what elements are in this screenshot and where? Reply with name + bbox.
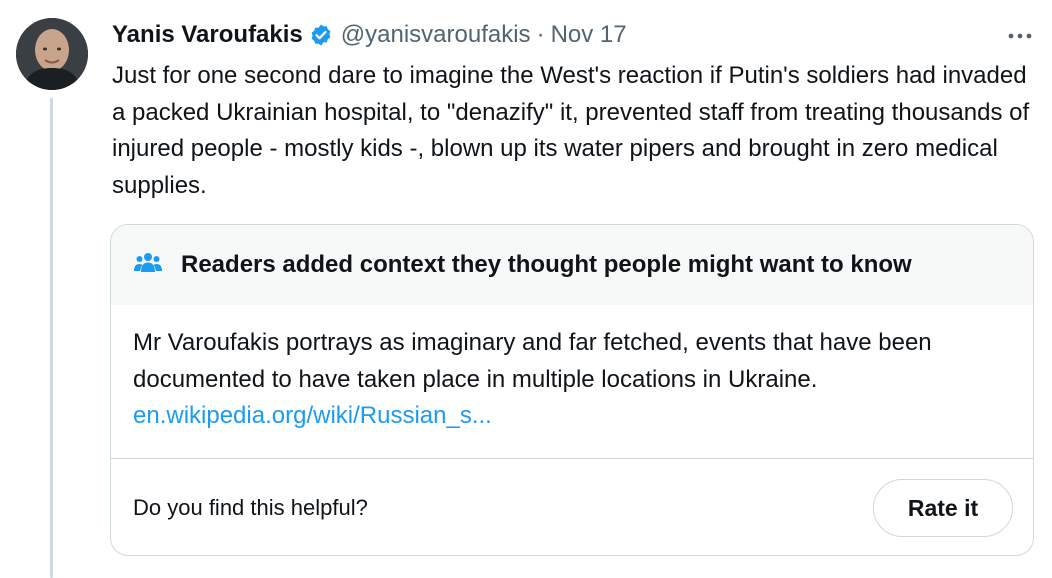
tweet-text: Just for one second dare to imagine the … bbox=[112, 62, 1030, 199]
rate-it-button[interactable]: Rate it bbox=[873, 479, 1013, 537]
tweet-date[interactable]: Nov 17 bbox=[551, 21, 627, 49]
author-handle[interactable]: @yanisvaroufakis bbox=[341, 21, 531, 49]
more-horizontal-icon[interactable] bbox=[1000, 18, 1040, 54]
community-note-link[interactable]: en.wikipedia.org/wiki/Russian_s... bbox=[133, 402, 492, 429]
people-icon bbox=[133, 248, 181, 283]
community-note-header: Readers added context they thought peopl… bbox=[111, 225, 1033, 305]
community-note-body: Mr Varoufakis portrays as imaginary and … bbox=[111, 305, 1033, 458]
separator-dot: · bbox=[536, 21, 545, 48]
community-note-title: Readers added context they thought peopl… bbox=[181, 251, 912, 278]
thread-line bbox=[50, 98, 53, 578]
tweet-header: Yanis Varoufakis @yanisvaroufakis · Nov … bbox=[112, 18, 627, 52]
author-name[interactable]: Yanis Varoufakis bbox=[112, 21, 303, 49]
community-note-footer: Do you find this helpful? Rate it bbox=[111, 459, 1033, 555]
helpful-prompt: Do you find this helpful? bbox=[133, 495, 368, 520]
community-note-text: Mr Varoufakis portrays as imaginary and … bbox=[133, 329, 932, 393]
community-note: Readers added context they thought peopl… bbox=[110, 224, 1034, 556]
author-avatar[interactable] bbox=[16, 18, 88, 90]
verified-badge-icon bbox=[309, 23, 333, 47]
